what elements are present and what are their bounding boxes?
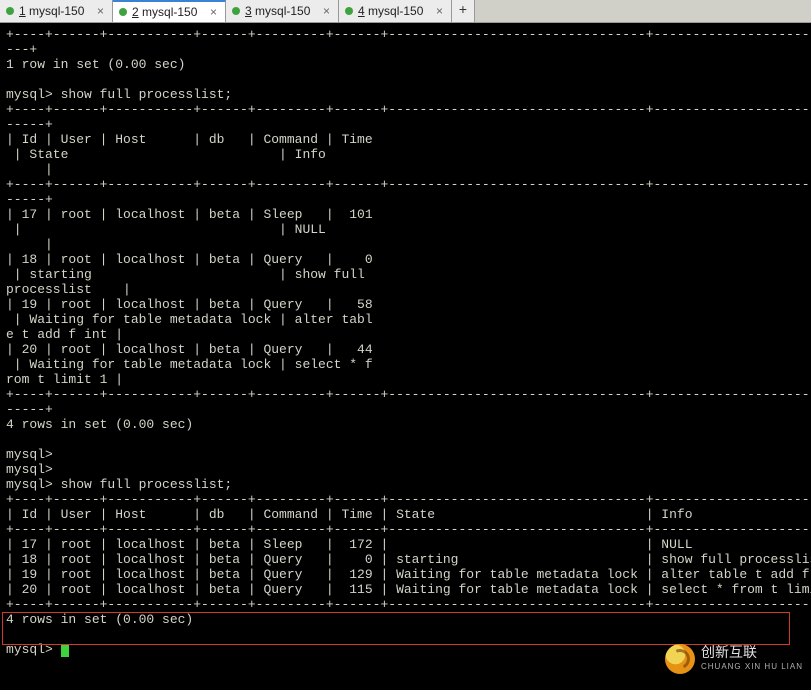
status-dot-icon bbox=[232, 7, 240, 15]
close-icon[interactable]: × bbox=[321, 4, 332, 18]
tab-number: 1 bbox=[19, 4, 26, 18]
close-icon[interactable]: × bbox=[434, 4, 445, 18]
watermark: 创新互联 CHUANG XIN HU LIAN bbox=[665, 644, 803, 674]
tab-label: mysql-150 bbox=[255, 4, 310, 18]
tab-number: 2 bbox=[132, 5, 139, 19]
tab-label: mysql-150 bbox=[142, 5, 197, 19]
tab-number: 4 bbox=[358, 4, 365, 18]
tab-2[interactable]: 2 mysql-150 × bbox=[113, 0, 226, 22]
tab-3[interactable]: 3 mysql-150 × bbox=[226, 0, 339, 22]
tab-label: mysql-150 bbox=[29, 4, 84, 18]
tab-1[interactable]: 1 mysql-150 × bbox=[0, 0, 113, 22]
watermark-sub: CHUANG XIN HU LIAN bbox=[701, 662, 803, 671]
terminal-text: +----+------+-----------+------+--------… bbox=[6, 27, 811, 657]
close-icon[interactable]: × bbox=[208, 5, 219, 19]
watermark-brand: 创新互联 bbox=[701, 644, 757, 660]
tab-bar: 1 mysql-150 × 2 mysql-150 × 3 mysql-150 … bbox=[0, 0, 811, 23]
tab-label: mysql-150 bbox=[368, 4, 423, 18]
close-icon[interactable]: × bbox=[95, 4, 106, 18]
terminal-output[interactable]: +----+------+-----------+------+--------… bbox=[0, 23, 811, 661]
add-tab-button[interactable]: + bbox=[452, 0, 475, 22]
status-dot-icon bbox=[345, 7, 353, 15]
watermark-logo-icon bbox=[665, 644, 695, 674]
tab-number: 3 bbox=[245, 4, 252, 18]
status-dot-icon bbox=[6, 7, 14, 15]
cursor-icon bbox=[61, 644, 69, 657]
tab-4[interactable]: 4 mysql-150 × bbox=[339, 0, 452, 22]
watermark-text: 创新互联 CHUANG XIN HU LIAN bbox=[701, 646, 803, 673]
status-dot-icon bbox=[119, 8, 127, 16]
